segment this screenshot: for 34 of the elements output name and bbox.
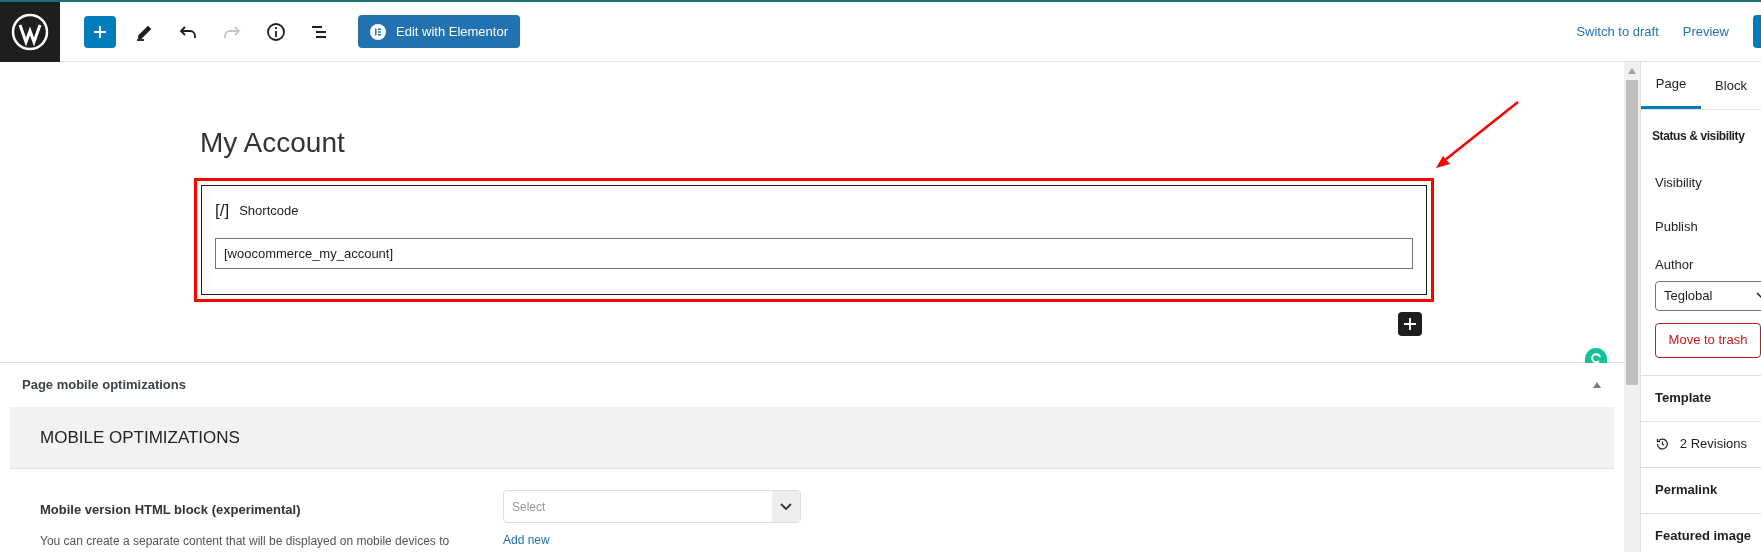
collapse-arrow-icon[interactable]: [1592, 381, 1602, 389]
publish-button[interactable]: [1753, 15, 1761, 48]
switch-to-draft-link[interactable]: Switch to draft: [1576, 21, 1659, 42]
wordpress-logo[interactable]: [0, 1, 60, 62]
elementor-icon: [370, 23, 386, 40]
page-title[interactable]: My Account: [200, 122, 345, 164]
chevron-down-icon: [780, 502, 792, 511]
add-block-button[interactable]: [1398, 312, 1422, 336]
wordpress-icon: [10, 11, 50, 52]
section-heading: MOBILE OPTIMIZATIONS: [40, 426, 240, 449]
sidebar-tab[interactable]: Block: [1701, 62, 1761, 109]
preview-link[interactable]: Preview: [1682, 21, 1729, 42]
field-label: Mobile version HTML block (experimental): [40, 501, 302, 519]
shortcode-icon: [/]: [215, 198, 230, 224]
edit-with-elementor-button[interactable]: Edit with Elementor: [358, 15, 520, 48]
scrollbar[interactable]: [1624, 62, 1640, 552]
meta-box-title[interactable]: Page mobile optimizations: [22, 375, 186, 395]
plus-icon: [1403, 317, 1417, 331]
add-new-link[interactable]: Add new: [503, 531, 801, 549]
panel-title[interactable]: Status & visibility: [1652, 127, 1745, 145]
publish-label: Publish: [1655, 217, 1699, 236]
visibility-label: Visibility: [1655, 174, 1703, 192]
shortcode-block[interactable]: [/] Shortcode [woocommerce_my_account]: [194, 178, 1434, 302]
shortcode-input[interactable]: [woocommerce_my_account]: [215, 237, 1413, 269]
author-select[interactable]: Teglobal: [1655, 280, 1761, 311]
sidebar-tab[interactable]: Page: [1641, 62, 1701, 109]
sidebar-panel[interactable]: Permalink: [1641, 467, 1761, 514]
sidebar-panel[interactable]: Featured image: [1641, 513, 1761, 552]
move-to-trash-button[interactable]: Move to trash: [1655, 322, 1761, 358]
sidebar-panel[interactable]: 2 Revisions: [1641, 421, 1761, 468]
block-label: Shortcode: [239, 202, 299, 220]
field-description: You can create a separate content that will be displayed on mobile devices to: [40, 532, 451, 550]
sidebar-panel[interactable]: Template: [1641, 375, 1761, 422]
author-label: Author: [1655, 256, 1695, 274]
